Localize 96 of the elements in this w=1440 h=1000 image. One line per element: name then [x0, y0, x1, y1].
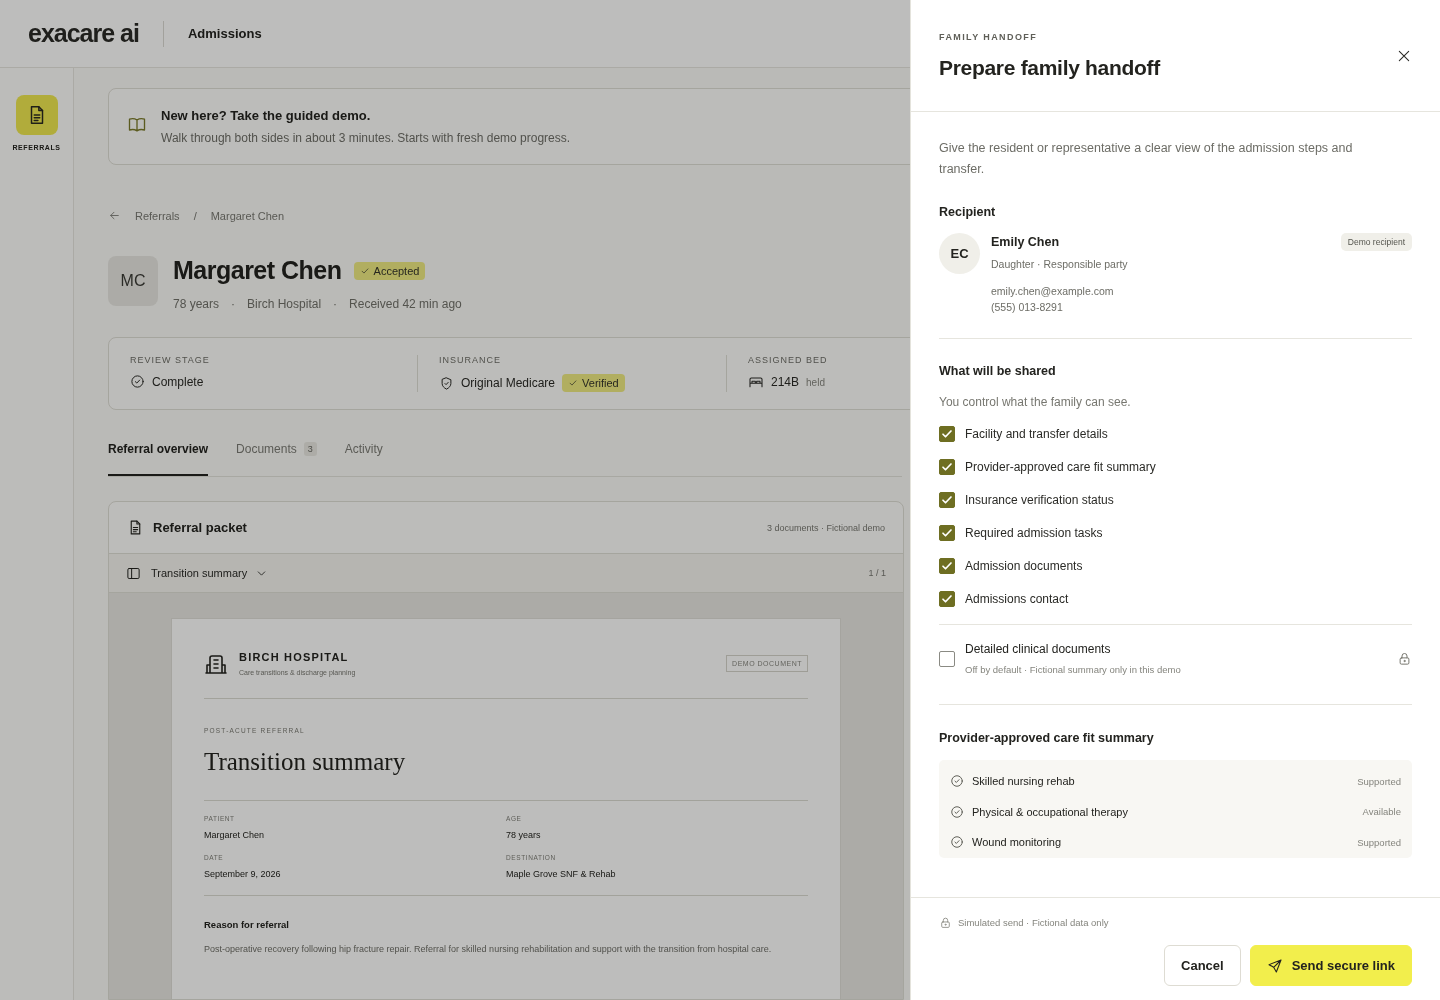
- field-value: Margaret Chen: [204, 830, 266, 840]
- checkbox[interactable]: [939, 525, 955, 541]
- send-button[interactable]: Send secure link: [1249, 945, 1412, 986]
- check-circle-icon: [950, 835, 964, 850]
- recipient-phone: (555) 013-8291: [991, 301, 1064, 313]
- facility-name: BIRCH HOSPITAL: [239, 651, 350, 663]
- care-fit-status: Supported: [1357, 836, 1401, 848]
- demo-recipient-badge: Demo recipient: [1340, 233, 1412, 251]
- share-option[interactable]: Insurance verification status: [939, 492, 1412, 508]
- stat-note: held: [806, 376, 825, 388]
- sidebar-toggle-icon: [126, 565, 141, 581]
- share-option[interactable]: Required admission tasks: [939, 525, 1412, 541]
- care-fit-label: Skilled nursing rehab: [972, 775, 1075, 788]
- stat-value: 214B: [771, 375, 800, 389]
- lock-icon: [1397, 651, 1412, 666]
- packet-meta: 3 documents · Fictional demo: [766, 522, 885, 533]
- verified-badge: Verified: [562, 374, 625, 392]
- stat-value: Complete: [152, 374, 204, 389]
- status-badge: Accepted: [353, 261, 426, 280]
- meta-separator: ·: [231, 297, 236, 311]
- tab[interactable]: Documents 3: [236, 440, 317, 476]
- tab[interactable]: Referral overview: [108, 440, 209, 476]
- page-indicator: 1 / 1: [868, 568, 886, 578]
- drawer-eyebrow: FAMILY HANDOFF: [939, 32, 1039, 42]
- checkbox[interactable]: [939, 492, 955, 508]
- recipient-avatar: EC: [939, 233, 980, 274]
- breadcrumb-link[interactable]: Margaret Chen: [210, 209, 285, 222]
- stat-label: INSURANCE: [439, 355, 502, 365]
- patient-meta: Birch Hospital: [247, 297, 322, 311]
- section-heading: Reason for referral: [204, 919, 290, 930]
- logo: exacare ai: [28, 19, 139, 48]
- banner-title: New here? Take the guided demo.: [161, 108, 372, 123]
- care-fit-status: Available: [1362, 806, 1401, 818]
- sidebar-item[interactable]: [15, 95, 58, 135]
- care-fit-label: Wound monitoring: [972, 836, 1062, 849]
- drawer-title: Prepare family handoff: [939, 56, 1162, 80]
- section-heading: Provider-approved care fit summary: [939, 731, 1155, 745]
- check-icon: [941, 593, 953, 605]
- checkbox[interactable]: [939, 650, 955, 667]
- option-note: Off by default · Fictional summary only in this demo: [965, 664, 1181, 675]
- back-arrow-icon: [108, 209, 121, 222]
- field-value: 78 years: [506, 830, 542, 840]
- patient-name: Margaret Chen: [173, 256, 342, 285]
- field-value: Maple Grove SNF & Rehab: [506, 869, 617, 879]
- share-option[interactable]: Provider-approved care fit summary: [939, 459, 1412, 475]
- footer-note: Simulated send · Fictional data only: [958, 917, 1109, 928]
- section-title: Admissions: [187, 26, 262, 41]
- drawer-intro: Give the resident or representative a clear view of the admission steps and transfer.: [939, 140, 1354, 178]
- option-label: Detailed clinical documents: [965, 642, 1112, 656]
- bed-icon: [748, 374, 764, 390]
- share-option[interactable]: Admission documents: [939, 558, 1412, 574]
- document-title: Transition summary: [204, 748, 808, 801]
- lock-icon: [939, 916, 952, 929]
- patient-meta: 78 years: [173, 297, 220, 311]
- check-icon: [941, 494, 953, 506]
- shield-icon: [439, 375, 454, 391]
- cancel-button[interactable]: Cancel: [1164, 945, 1241, 986]
- check-icon: [941, 527, 953, 539]
- recipient-name: Emily Chen: [991, 235, 1061, 249]
- recipient-email: emily.chen@example.com: [991, 285, 1115, 297]
- send-icon: [1266, 957, 1283, 974]
- share-option[interactable]: Admissions contact: [939, 591, 1412, 607]
- stat-value: Original Medicare: [461, 376, 556, 390]
- breadcrumb-link[interactable]: Referrals: [135, 209, 180, 222]
- packet-title: Referral packet: [153, 520, 247, 535]
- field-value: September 9, 2026: [204, 869, 282, 879]
- check-icon: [941, 560, 953, 572]
- stat-label: ASSIGNED BED: [748, 355, 829, 365]
- section-heading: What will be shared: [939, 364, 1057, 378]
- checkbox[interactable]: [939, 426, 955, 442]
- check-icon: [941, 428, 953, 440]
- check-circle-icon: [950, 804, 964, 819]
- meta-separator: ·: [333, 297, 338, 311]
- check-circle-icon: [950, 774, 964, 789]
- check-icon: [359, 265, 370, 276]
- check-circle-icon: [130, 374, 145, 389]
- check-icon: [941, 461, 953, 473]
- close-icon: [1396, 48, 1412, 64]
- section-text: Post-operative recovery following hip fracture repair. Referral for skilled nursing rehabilitation and support with the transition from hospital care.: [204, 943, 773, 956]
- care-fit-status: Supported: [1357, 775, 1401, 787]
- tab[interactable]: Activity: [344, 440, 383, 476]
- breadcrumb-separator: /: [193, 209, 197, 222]
- checkbox[interactable]: [939, 558, 955, 574]
- care-fit-label: Physical & occupational therapy: [972, 805, 1128, 818]
- banner-text: Walk through both sides in about 3 minutes. Starts with fresh demo progress.: [161, 131, 571, 145]
- checkbox[interactable]: [939, 591, 955, 607]
- checkbox[interactable]: [939, 459, 955, 475]
- check-icon: [568, 378, 579, 388]
- stat-label: REVIEW STAGE: [130, 355, 211, 365]
- share-option[interactable]: Facility and transfer details: [939, 426, 1412, 442]
- recipient-relation: Daughter · Responsible party: [991, 258, 1128, 270]
- document-picker[interactable]: Transition summary: [151, 566, 269, 580]
- patient-meta: Received 42 min ago: [349, 297, 462, 311]
- section-subtitle: You control what the family can see.: [939, 395, 1132, 409]
- section-heading: Recipient: [939, 205, 997, 219]
- patient-avatar: MC: [108, 256, 158, 306]
